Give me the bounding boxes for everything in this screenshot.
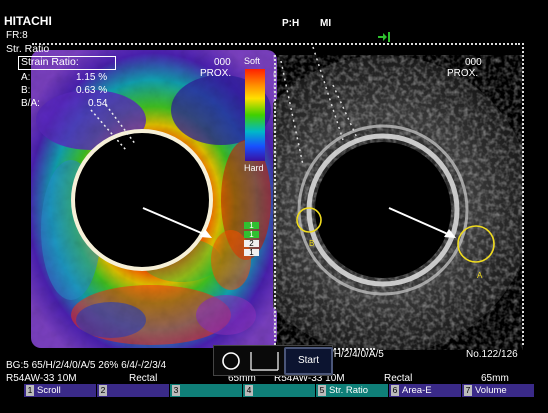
right-depth-label: 000 — [465, 57, 482, 68]
strain-segment-1: 1 — [244, 222, 259, 230]
right-depth-mm: 65mm — [481, 373, 509, 384]
freehand-roi-icon[interactable] — [250, 350, 282, 372]
roi-a-circle[interactable] — [455, 225, 497, 270]
fkey-7-number: 7 — [464, 385, 472, 396]
scale-hard-label: Hard — [244, 163, 264, 173]
strain-segment-4: 1 — [244, 249, 259, 257]
fkey-5-label: Str. Ratio — [329, 385, 369, 396]
fkey-5-number: 5 — [318, 385, 326, 396]
strain-a-value: 1.15 % — [76, 72, 108, 83]
elasticity-color-scale — [245, 69, 265, 161]
strain-a-label: A: — [21, 72, 31, 83]
left-position-label: PROX. — [200, 68, 232, 79]
frame-mid-dotted-line — [274, 55, 276, 345]
elastography-image — [31, 50, 277, 348]
b-mode-image — [233, 45, 533, 355]
strain-ba-value: 0.54 — [88, 98, 108, 109]
fkey-1-number: 1 — [26, 385, 34, 396]
left-arrow-icon — [142, 207, 212, 238]
fkey-1-label: Scroll — [37, 385, 61, 396]
frame-top-dotted-line — [32, 43, 520, 45]
fkey-7-volume[interactable]: 7 Volume — [462, 384, 534, 397]
fkey-6-label: Area-E — [402, 385, 432, 396]
left-mode-label: Rectal — [129, 373, 158, 384]
right-arrow-icon — [388, 207, 456, 238]
left-depth-label: 000 — [214, 57, 231, 68]
right-acquisition-params: /H/2/4/0/A/5 — [331, 349, 384, 360]
strain-segment-3: 2 — [244, 240, 259, 248]
fkey-4-number: 4 — [245, 385, 253, 396]
roi-a-label: A — [477, 271, 483, 280]
mode-mi-indicator: MI — [320, 18, 332, 29]
fkey-6-number: 6 — [391, 385, 399, 396]
fkey-7-label: Volume — [475, 385, 507, 396]
strain-segment-2: 1 — [244, 231, 259, 239]
roi-b-label: B — [309, 239, 315, 248]
scale-soft-label: Soft — [244, 56, 261, 66]
fkey-2[interactable]: 2 — [97, 384, 169, 397]
right-mode-label: Rectal — [384, 373, 413, 384]
brand-logo: HITACHI — [4, 14, 52, 28]
fkey-6-area-e[interactable]: 6 Area-E — [389, 384, 461, 397]
fkey-4[interactable]: 4 — [243, 384, 315, 397]
start-button[interactable]: Start — [284, 347, 333, 375]
frame-rate: FR:8 — [6, 30, 28, 41]
left-probe-info: R54AW-33 10M — [6, 373, 77, 384]
fkey-3-number: 3 — [172, 385, 180, 396]
circle-roi-icon[interactable] — [220, 350, 242, 372]
strain-ba-label: B/A: — [21, 98, 40, 109]
left-acquisition-params: BG:5 65/H/2/4/0/A/5 26% 6/4/-/2/3/4 — [6, 360, 167, 371]
mode-indicator-icon — [378, 32, 390, 42]
fkey-2-number: 2 — [99, 385, 107, 396]
fkey-5-str-ratio[interactable]: 5 Str. Ratio — [316, 384, 388, 397]
mode-p-indicator: P:H — [282, 18, 300, 29]
strain-mode-title: Str. Ratio — [6, 43, 50, 55]
function-key-bar: 1 Scroll 2 3 4 5 Str. Ratio 6 Area-E 7 Volum… — [0, 384, 548, 398]
frame-right-dotted-line — [522, 43, 524, 345]
fkey-3[interactable]: 3 — [170, 384, 242, 397]
strain-b-value: 0.63 % — [76, 85, 108, 96]
strain-ratio-label: Strain Ratio: — [21, 56, 79, 68]
right-position-label: PROX. — [447, 68, 479, 79]
strain-b-label: B: — [21, 85, 31, 96]
fkey-1-scroll[interactable]: 1 Scroll — [24, 384, 96, 397]
image-number: No.122/126 — [466, 349, 518, 360]
